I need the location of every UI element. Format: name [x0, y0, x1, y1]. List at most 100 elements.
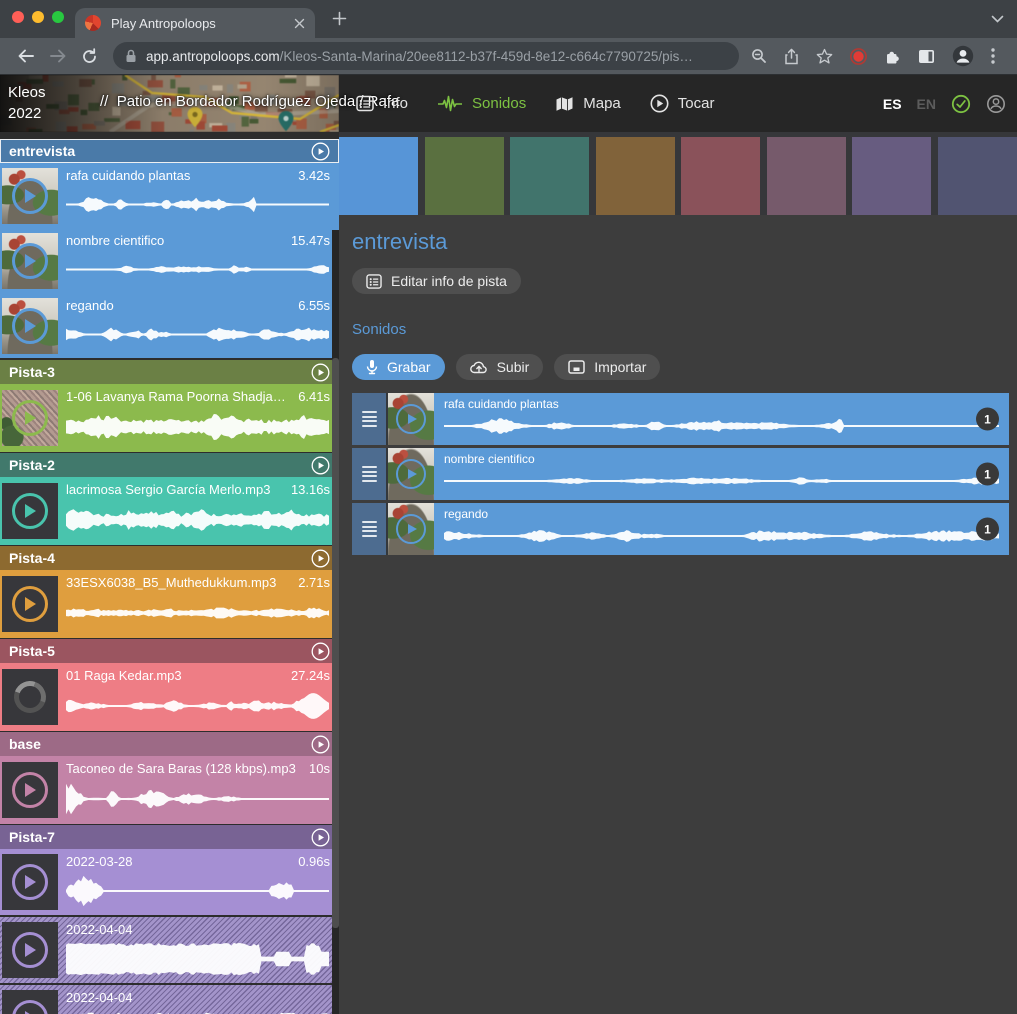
track-header[interactable]: Pista-7 [0, 825, 339, 849]
browser-tab[interactable]: Play Antropoloops [75, 8, 315, 38]
app-logo[interactable]: Kleos 2022 [8, 82, 46, 124]
play-icon[interactable] [12, 864, 48, 900]
edit-track-info-button[interactable]: Editar info de pista [352, 268, 521, 294]
window-minimize-button[interactable] [32, 11, 44, 23]
upload-button[interactable]: Subir [456, 354, 544, 380]
play-icon[interactable] [396, 514, 426, 544]
sound-clip[interactable]: regando6.55s [0, 293, 339, 358]
play-icon[interactable] [12, 493, 48, 529]
drag-handle-icon[interactable] [352, 393, 388, 445]
forward-icon[interactable] [49, 48, 67, 64]
clip-thumbnail[interactable] [2, 390, 58, 446]
clip-thumbnail[interactable] [388, 393, 434, 445]
play-icon[interactable] [396, 404, 426, 434]
track-play-icon[interactable] [311, 828, 330, 847]
sound-clip[interactable]: 01 Raga Kedar.mp327.24s [0, 663, 339, 731]
tab-close-icon[interactable] [294, 18, 305, 29]
share-icon[interactable] [784, 48, 799, 65]
extensions-puzzle-icon[interactable] [884, 48, 901, 65]
drag-handle-icon[interactable] [352, 503, 388, 555]
back-icon[interactable] [17, 48, 35, 64]
clip-thumbnail[interactable] [2, 168, 58, 224]
record-indicator-icon[interactable] [850, 48, 867, 65]
clip-thumbnail[interactable] [2, 922, 58, 978]
sound-row[interactable]: rafa cuidando plantas1 [352, 393, 1009, 445]
reload-icon[interactable] [81, 48, 98, 65]
clip-thumbnail[interactable] [2, 762, 58, 818]
track-color-tile-2[interactable] [425, 137, 504, 215]
sound-clip[interactable]: rafa cuidando plantas3.42s [0, 163, 339, 228]
scrollbar-thumb[interactable] [332, 358, 339, 928]
play-icon[interactable] [12, 400, 48, 436]
browser-menu-icon[interactable] [991, 48, 995, 64]
sound-clip[interactable]: nombre cientifico15.47s [0, 228, 339, 293]
clip-thumbnail[interactable] [2, 233, 58, 289]
sound-clip[interactable]: 33ESX6038_B5_Muthedukkum.mp32.71s [0, 570, 339, 638]
play-icon[interactable] [12, 1000, 48, 1014]
track-color-tile-5[interactable] [681, 137, 760, 215]
window-close-button[interactable] [12, 11, 24, 23]
sound-clip[interactable]: lacrimosa Sergio García Merlo.mp313.16s [0, 477, 339, 545]
track-header[interactable]: Pista-5 [0, 639, 339, 663]
nav-tab-tocar[interactable]: Tocar [650, 94, 715, 113]
clip-thumbnail[interactable] [2, 854, 58, 910]
play-icon[interactable] [12, 308, 48, 344]
play-icon[interactable] [12, 932, 48, 968]
clip-thumbnail[interactable] [388, 448, 434, 500]
track-play-icon[interactable] [311, 456, 330, 475]
track-color-tile-6[interactable] [767, 137, 846, 215]
window-zoom-button[interactable] [52, 11, 64, 23]
sound-row[interactable]: regando1 [352, 503, 1009, 555]
play-icon[interactable] [12, 772, 48, 808]
track-header[interactable]: Pista-3 [0, 360, 339, 384]
play-icon[interactable] [12, 586, 48, 622]
track-color-tile-1[interactable] [339, 137, 418, 215]
track-play-icon[interactable] [311, 549, 330, 568]
sound-clip[interactable]: 2022-03-280.96s [0, 849, 339, 915]
track-color-tile-8[interactable] [938, 137, 1017, 215]
lang-es[interactable]: ES [883, 96, 902, 112]
track-play-icon[interactable] [311, 642, 330, 661]
clip-thumbnail[interactable] [2, 669, 58, 725]
clip-thumbnail[interactable] [2, 990, 58, 1014]
nav-tab-info[interactable]: Info [356, 95, 408, 112]
new-tab-button[interactable] [332, 11, 347, 26]
sound-clip[interactable]: Taconeo de Sara Baras (128 kbps).mp310s [0, 756, 339, 824]
sync-check-icon[interactable] [951, 94, 971, 114]
lang-en[interactable]: EN [917, 96, 936, 112]
account-icon[interactable] [986, 94, 1006, 114]
track-header[interactable]: Pista-2 [0, 453, 339, 477]
track-header[interactable]: entrevista [0, 139, 339, 163]
clip-thumbnail[interactable] [2, 576, 58, 632]
address-bar[interactable]: app.antropoloops.com/Kleos-Santa-Marina/… [113, 42, 739, 70]
clip-thumbnail[interactable] [388, 503, 434, 555]
track-color-tile-7[interactable] [852, 137, 931, 215]
profile-avatar-icon[interactable] [952, 45, 974, 67]
side-panel-icon[interactable] [918, 49, 935, 64]
track-play-icon[interactable] [311, 363, 330, 382]
play-icon[interactable] [396, 459, 426, 489]
nav-tab-sonidos[interactable]: Sonidos [437, 95, 526, 113]
clip-thumbnail[interactable] [2, 298, 58, 354]
play-icon[interactable] [12, 178, 48, 214]
track-header[interactable]: Pista-4 [0, 546, 339, 570]
play-icon[interactable] [12, 243, 48, 279]
sound-clip[interactable]: 1-06 Lavanya Rama Poorna Shadjam Rupak..… [0, 384, 339, 452]
track-play-icon[interactable] [311, 142, 330, 161]
nav-tab-mapa[interactable]: Mapa [555, 95, 621, 112]
drag-handle-icon[interactable] [352, 448, 388, 500]
track-header[interactable]: base [0, 732, 339, 756]
tab-search-chevron-icon[interactable] [991, 15, 1004, 23]
url-path: /Kleos-Santa-Marina/20ee8112-b37f-459d-8… [280, 49, 693, 64]
track-play-icon[interactable] [311, 735, 330, 754]
zoom-magnifier-icon[interactable] [751, 48, 767, 64]
record-button[interactable]: Grabar [352, 354, 445, 380]
track-color-tile-4[interactable] [596, 137, 675, 215]
clip-thumbnail[interactable] [2, 483, 58, 539]
sound-clip[interactable]: 2022-04-04 [0, 917, 339, 983]
sound-clip[interactable]: 2022-04-04 [0, 985, 339, 1014]
bookmark-star-icon[interactable] [816, 48, 833, 64]
track-color-tile-3[interactable] [510, 137, 589, 215]
sound-row[interactable]: nombre cientifico1 [352, 448, 1009, 500]
import-button[interactable]: Importar [554, 354, 660, 380]
